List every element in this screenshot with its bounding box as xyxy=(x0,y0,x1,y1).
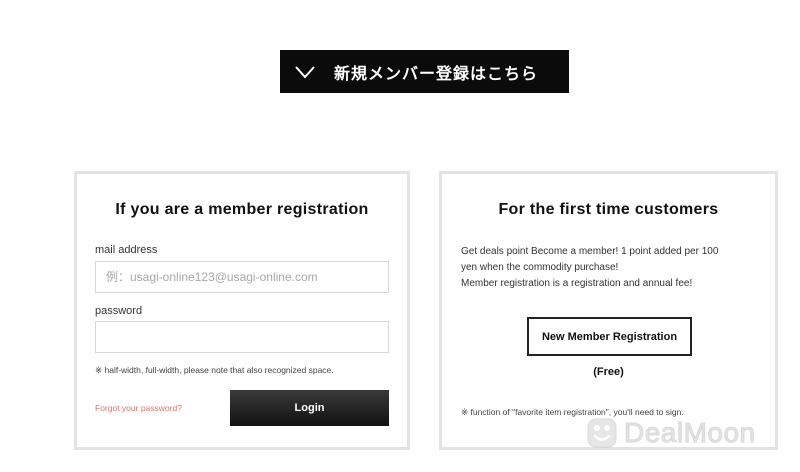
description-line: Get deals point Become a member! 1 point… xyxy=(461,246,719,257)
chevron-down-icon xyxy=(295,65,315,78)
member-login-panel: If you are a member registration mail ad… xyxy=(74,171,410,450)
password-label: password xyxy=(95,305,143,317)
dealmoon-logo-icon xyxy=(587,418,617,448)
description-line: yen when the commodity purchase! xyxy=(461,262,619,273)
mail-address-label: mail address xyxy=(95,244,158,256)
dealmoon-watermark: DealMoon xyxy=(586,417,756,449)
new-member-registration-button[interactable]: New Member Registration xyxy=(527,317,692,356)
banner-label: 新規メンバー登録はこちら xyxy=(334,63,539,83)
free-label: (Free) xyxy=(593,366,624,378)
first-time-customer-panel: For the first time customers Get deals p… xyxy=(439,171,778,450)
space-note: ※ half-width, full-width, please note th… xyxy=(95,365,334,375)
watermark-text: DealMoon xyxy=(624,417,756,449)
password-input[interactable] xyxy=(95,321,389,353)
login-panel-title: If you are a member registration xyxy=(115,201,369,218)
forgot-password-link[interactable]: Forgot your password? xyxy=(95,403,182,413)
new-customer-panel-title: For the first time customers xyxy=(498,201,719,218)
membership-description: Get deals point Become a member! 1 point… xyxy=(461,244,761,292)
new-member-registration-banner[interactable]: 新規メンバー登録はこちら xyxy=(280,50,569,93)
page: 新規メンバー登録はこちら If you are a member registr… xyxy=(0,0,800,472)
mail-address-input[interactable] xyxy=(95,261,389,293)
description-line: Member registration is a registration an… xyxy=(461,278,693,289)
login-button[interactable]: Login xyxy=(230,390,389,426)
